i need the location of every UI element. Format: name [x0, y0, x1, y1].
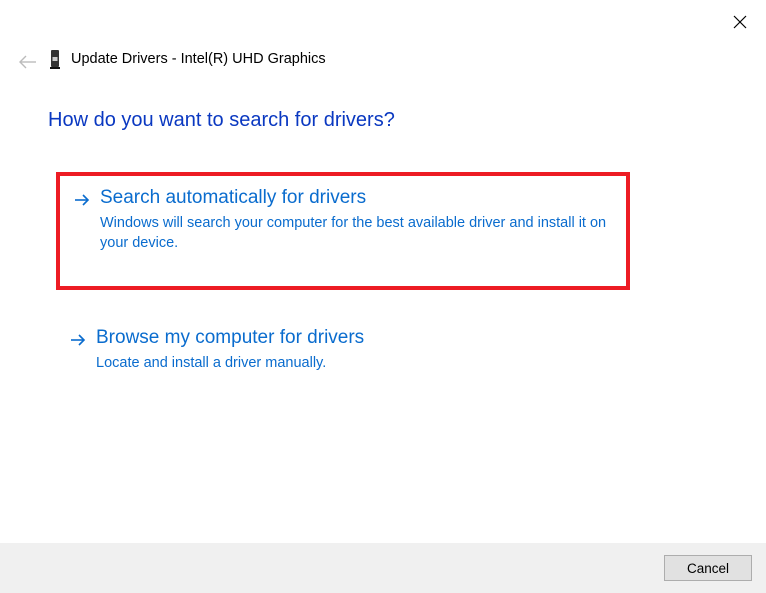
arrow-right-icon	[74, 193, 90, 207]
dialog-title: Update Drivers - Intel(R) UHD Graphics	[71, 51, 326, 67]
search-automatically-option[interactable]: Search automatically for drivers Windows…	[56, 172, 630, 290]
option-title: Browse my computer for drivers	[96, 326, 616, 351]
option-title: Search automatically for drivers	[100, 186, 612, 211]
back-arrow-icon	[18, 54, 38, 70]
close-icon[interactable]	[732, 14, 748, 30]
device-icon	[48, 49, 62, 69]
arrow-right-icon	[70, 333, 86, 347]
dialog-header: Update Drivers - Intel(R) UHD Graphics	[48, 49, 326, 69]
cancel-button[interactable]: Cancel	[664, 555, 752, 581]
option-description: Windows will search your computer for th…	[100, 213, 612, 254]
option-description: Locate and install a driver manually.	[96, 353, 616, 373]
dialog-footer: Cancel	[0, 543, 766, 593]
page-heading: How do you want to search for drivers?	[48, 109, 395, 132]
browse-computer-option[interactable]: Browse my computer for drivers Locate an…	[56, 316, 630, 387]
